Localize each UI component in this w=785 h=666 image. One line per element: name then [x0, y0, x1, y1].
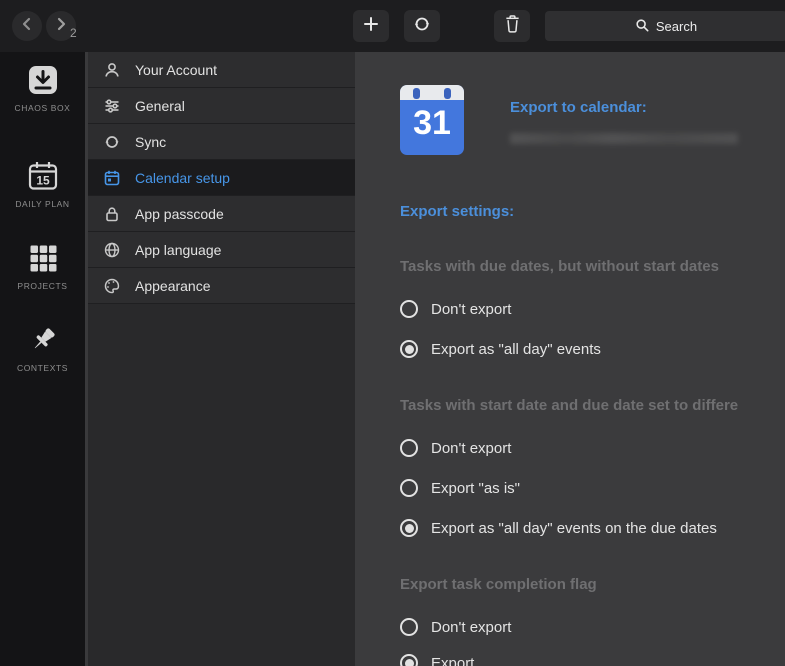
- section-title-due-dates: Tasks with due dates, but without start …: [400, 258, 719, 275]
- calendar-icon-day: 31: [413, 104, 451, 142]
- sidebar-item-projects[interactable]: PROJECTS: [0, 240, 85, 291]
- calendar-icon-ring: [444, 88, 451, 99]
- sidebar-item-label: PROJECTS: [17, 281, 68, 291]
- chevron-right-icon: [54, 17, 68, 36]
- sync-button[interactable]: [404, 10, 440, 42]
- calendar-icon: [103, 169, 121, 187]
- menu-item-calendar-setup[interactable]: Calendar setup: [88, 160, 355, 196]
- google-calendar-icon: 31: [400, 85, 464, 155]
- sidebar-item-label: CONTEXTS: [16, 363, 69, 373]
- radio-option[interactable]: Export "as is": [400, 479, 520, 497]
- menu-item-appearance[interactable]: Appearance: [88, 268, 355, 304]
- export-settings-heading: Export settings:: [400, 203, 515, 220]
- user-icon: [103, 61, 121, 79]
- unread-count-badge: 2: [70, 26, 77, 40]
- trash-icon: [504, 14, 521, 38]
- sidebar-item-daily-plan[interactable]: 15 DAILY PLAN: [0, 158, 85, 209]
- section-title-completion-flag: Export task completion flag: [400, 576, 597, 593]
- radio-icon: [400, 300, 418, 318]
- menu-item-label: Calendar setup: [135, 169, 230, 186]
- radio-label: Don't export: [431, 300, 512, 318]
- radio-selected-icon: [400, 340, 418, 358]
- sync-icon: [103, 133, 121, 151]
- calendar-setup-panel: 31 Export to calendar: Export settings: …: [355, 52, 785, 666]
- radio-label: Don't export: [431, 439, 512, 457]
- menu-item-app-passcode[interactable]: App passcode: [88, 196, 355, 232]
- lock-icon: [103, 205, 121, 223]
- back-button[interactable]: [12, 11, 42, 41]
- section-title-start-and-due: Tasks with start date and due date set t…: [400, 397, 739, 414]
- calendar-icon-band: [400, 85, 464, 100]
- radio-option[interactable]: Don't export: [400, 300, 511, 318]
- export-to-calendar-heading: Export to calendar:: [510, 99, 647, 116]
- menu-item-label: Your Account: [135, 61, 217, 78]
- menu-item-app-language[interactable]: App language: [88, 232, 355, 268]
- menu-item-label: App language: [135, 241, 222, 258]
- radio-label: Export as "all day" events: [431, 340, 601, 358]
- plus-icon: [363, 16, 379, 37]
- contexts-pin-icon: [0, 322, 85, 358]
- palette-icon: [103, 277, 121, 295]
- menu-item-label: App passcode: [135, 205, 224, 222]
- radio-label: Don't export: [431, 618, 512, 636]
- sidebar-item-label: CHAOS BOX: [14, 103, 71, 113]
- settings-menu: Your Account General Sync Calendar setup…: [85, 52, 355, 666]
- radio-option[interactable]: Don't export: [400, 439, 511, 457]
- add-button[interactable]: [353, 10, 389, 42]
- radio-selected-icon: [400, 654, 418, 666]
- menu-item-your-account[interactable]: Your Account: [88, 52, 355, 88]
- svg-text:15: 15: [36, 174, 50, 188]
- radio-option[interactable]: Don't export: [400, 618, 511, 636]
- radio-label: Export: [431, 654, 475, 666]
- radio-option[interactable]: Export: [400, 654, 474, 666]
- toolbar: Search: [0, 0, 785, 52]
- tune-icon: [103, 97, 121, 115]
- menu-item-general[interactable]: General: [88, 88, 355, 124]
- sidebar-item-contexts[interactable]: CONTEXTS: [0, 322, 85, 373]
- sync-icon: [413, 15, 431, 38]
- menu-item-label: Appearance: [135, 277, 211, 294]
- radio-label: Export as "all day" events on the due da…: [431, 519, 717, 537]
- radio-label: Export "as is": [431, 479, 521, 497]
- sidebar-item-chaos-box[interactable]: CHAOS BOX: [0, 62, 85, 113]
- radio-option[interactable]: Export as "all day" events: [400, 340, 601, 358]
- menu-item-sync[interactable]: Sync: [88, 124, 355, 160]
- projects-icon: [0, 240, 85, 276]
- search-icon: [635, 18, 649, 35]
- radio-option[interactable]: Export as "all day" events on the due da…: [400, 519, 717, 537]
- main-sidebar: CHAOS BOX 15 DAILY PLAN PROJECTS CONTEXT…: [0, 52, 85, 666]
- radio-icon: [400, 618, 418, 636]
- search-placeholder: Search: [655, 18, 698, 34]
- radio-selected-icon: [400, 519, 418, 537]
- menu-item-label: Sync: [135, 133, 167, 150]
- sidebar-item-label: DAILY PLAN: [15, 199, 70, 209]
- globe-icon: [103, 241, 121, 259]
- chaos-box-icon: [0, 62, 85, 98]
- radio-icon: [400, 479, 418, 497]
- search-input[interactable]: Search: [545, 11, 785, 41]
- calendar-icon-ring: [413, 88, 420, 99]
- redacted-account-text: [510, 133, 738, 144]
- daily-plan-icon: 15: [0, 158, 85, 194]
- radio-icon: [400, 439, 418, 457]
- menu-item-label: General: [135, 97, 185, 114]
- chevron-left-icon: [20, 17, 34, 36]
- delete-button[interactable]: [494, 10, 530, 42]
